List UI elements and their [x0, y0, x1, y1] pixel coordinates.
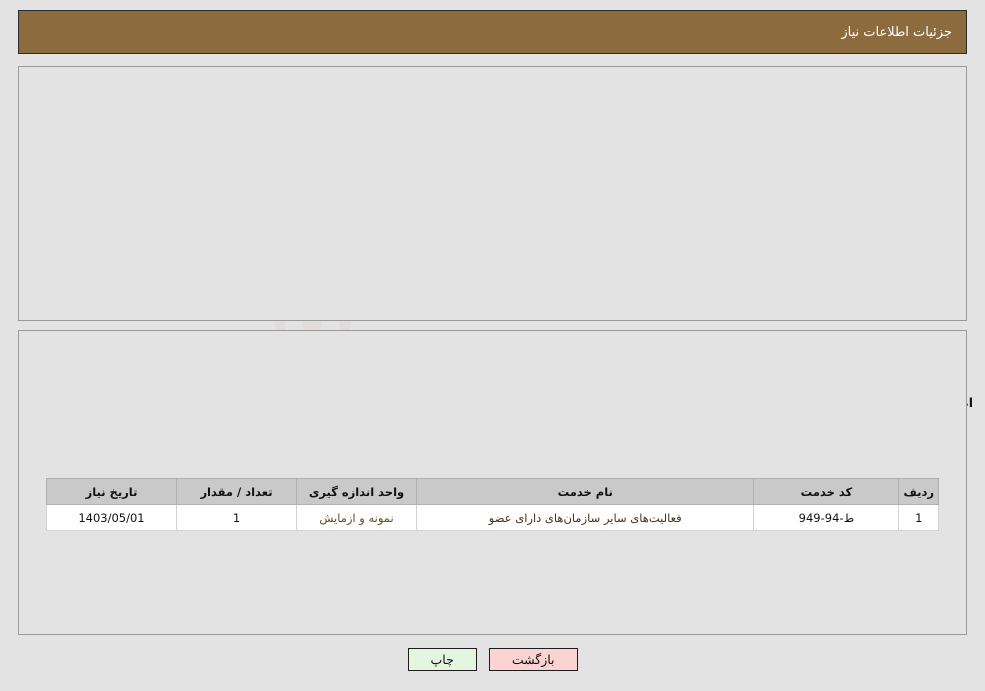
cell-unit: نمونه و ازمایش: [296, 504, 417, 531]
print-button[interactable]: چاپ: [407, 648, 477, 671]
page-header: جزئیات اطلاعات نیاز: [18, 10, 967, 54]
services-table: ردیف کد خدمت نام خدمت واحد اندازه گیری ت…: [46, 478, 939, 531]
button-bar: بازگشت چاپ: [0, 648, 985, 671]
th-unit: واحد اندازه گیری: [296, 478, 417, 505]
th-name: نام خدمت: [415, 478, 755, 505]
page-title: جزئیات اطلاعات نیاز: [841, 24, 952, 40]
cell-date: 1403/05/01: [46, 504, 177, 531]
th-qty: تعداد / مقدار: [176, 478, 297, 505]
th-date: تاریخ نیاز: [46, 478, 177, 505]
table-header-row: ردیف کد خدمت نام خدمت واحد اندازه گیری ت…: [46, 478, 939, 505]
back-button[interactable]: بازگشت: [488, 648, 578, 671]
cell-index: 1: [898, 504, 939, 531]
th-code: کد خدمت: [753, 478, 900, 505]
cell-name: فعالیت‌های سایر سازمان‌های دارای عضو: [415, 504, 755, 531]
cell-qty: 1: [176, 504, 297, 531]
need-info-panel: [18, 66, 967, 321]
table-row: 1 ط-94-949 فعالیت‌های سایر سازمان‌های دا…: [46, 504, 939, 531]
cell-code: ط-94-949: [753, 504, 900, 531]
th-index: ردیف: [898, 478, 939, 505]
